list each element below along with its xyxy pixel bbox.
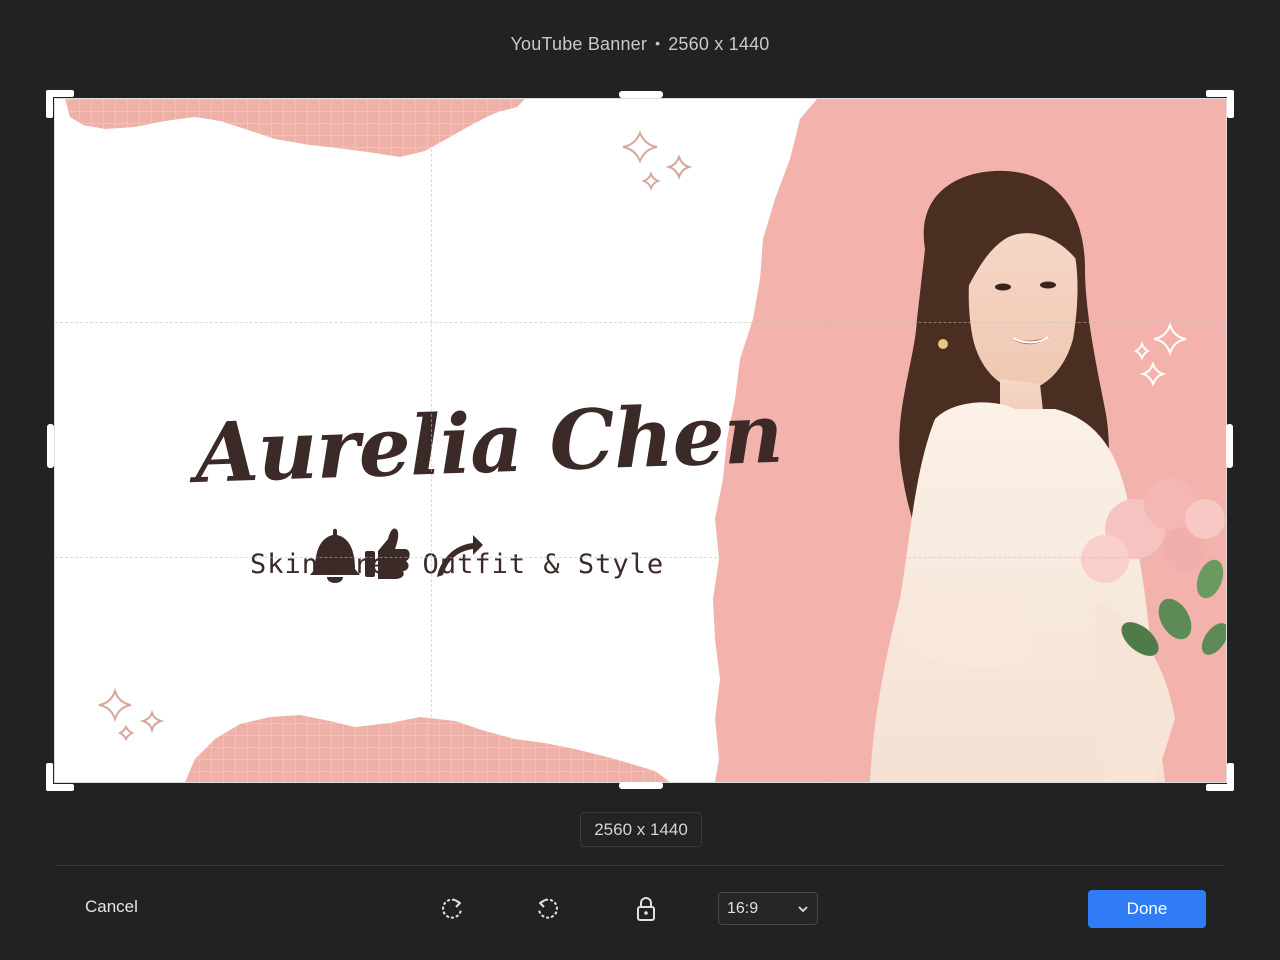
title-text: YouTube Banner xyxy=(510,34,648,54)
aspect-ratio-select[interactable]: 16:9 xyxy=(718,892,818,925)
crop-handle-bottom-right[interactable] xyxy=(1206,763,1234,791)
banner-name-text: Aurelia Chen xyxy=(193,385,784,503)
lock-icon xyxy=(637,897,655,921)
rotate-counterclockwise-button[interactable] xyxy=(532,893,564,925)
crop-handle-top-left[interactable] xyxy=(46,90,74,118)
crop-handle-right[interactable] xyxy=(1226,424,1233,468)
toolbar-divider xyxy=(56,865,1224,866)
crop-handle-top[interactable] xyxy=(619,91,663,98)
torn-paper-top xyxy=(65,99,525,157)
crop-size-label: 2560 x 1440 xyxy=(580,812,702,847)
cancel-button[interactable]: Cancel xyxy=(85,897,138,917)
banner-tagline-text: Skincare, Outfit & Style xyxy=(250,549,665,580)
crop-handle-bottom[interactable] xyxy=(619,782,663,789)
done-button[interactable]: Done xyxy=(1088,890,1206,928)
aspect-ratio-value: 16:9 xyxy=(727,900,759,917)
banner-canvas[interactable]: Aurelia Chen Skincare, Outfit & Style xyxy=(55,99,1226,782)
title-dimensions: 2560 x 1440 xyxy=(668,34,770,54)
chevron-down-icon xyxy=(798,906,808,913)
rotate-clockwise-icon xyxy=(442,898,462,919)
title-separator: • xyxy=(655,35,661,51)
crop-handle-top-right[interactable] xyxy=(1206,90,1234,118)
sparkles-top xyxy=(622,130,693,191)
lock-aspect-button[interactable] xyxy=(630,893,662,925)
sparkles-bottom xyxy=(98,687,165,742)
rotate-clockwise-button[interactable] xyxy=(436,893,468,925)
crop-handle-bottom-left[interactable] xyxy=(46,763,74,791)
torn-paper-bottom xyxy=(185,715,670,782)
crop-handle-left[interactable] xyxy=(47,424,54,468)
dialog-title: YouTube Banner • 2560 x 1440 xyxy=(0,34,1280,55)
rotate-counterclockwise-icon xyxy=(538,898,558,919)
